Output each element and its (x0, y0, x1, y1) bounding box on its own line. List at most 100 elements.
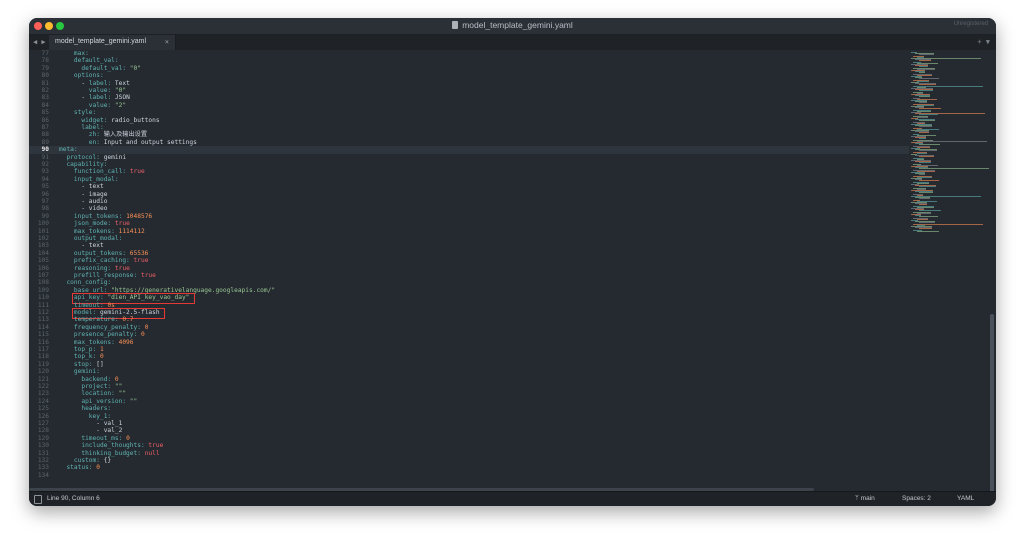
code-line[interactable]: 122 project: "" (29, 383, 909, 390)
code-line[interactable]: 79 default_val: "0" (29, 65, 909, 72)
code-token: "0" (129, 64, 141, 72)
code-line[interactable]: 116 max_tokens: 4096 (29, 339, 909, 346)
minimap-line (917, 140, 987, 142)
git-branch[interactable]: ᛘ main (855, 495, 875, 502)
code-token: - video (59, 205, 108, 213)
code-token: true (129, 168, 145, 176)
code-line[interactable]: 100 json_mode: true (29, 220, 909, 227)
tab-nav-arrows-icon[interactable]: ◀ ▶ (33, 38, 46, 46)
code-token: true (140, 272, 156, 279)
code-token: json_mode: (59, 220, 115, 228)
code-line[interactable]: 128 - val_2 (29, 427, 909, 434)
code-line[interactable]: 115 presence_penalty: 0 (29, 331, 909, 338)
code-token: 0 (99, 353, 104, 361)
code-token: value: (59, 87, 115, 94)
code-line[interactable]: 101 max_tokens: 1114112 (29, 228, 909, 235)
code-line[interactable]: 125 headers: (29, 405, 909, 412)
code-line[interactable]: 134 (29, 472, 909, 479)
window-title: model_template_gemini.yaml (29, 20, 996, 30)
code-line[interactable]: 105 prefix_caching: true (29, 257, 909, 264)
code-line[interactable]: 98 - video (29, 205, 909, 212)
line-number: 120 (37, 368, 49, 376)
code-token: "" (118, 390, 127, 398)
line-number: 130 (37, 442, 49, 450)
code-editor[interactable]: 77 max: 78 default_val: 79 default_val: "0… (29, 50, 909, 506)
line-code: prefill_response: true (59, 272, 156, 279)
code-line[interactable]: 77 max: (29, 50, 909, 57)
line-code: function_call: true (59, 168, 145, 175)
vertical-scrollbar[interactable] (990, 54, 994, 504)
code-line[interactable]: 113 temperature: 0.7 (29, 316, 909, 323)
line-code: - video (59, 205, 107, 212)
code-line[interactable]: 121 backend: 0 (29, 376, 909, 383)
code-line[interactable]: 126 key_1: (29, 413, 909, 420)
code-line[interactable]: 104 output_tokens: 65536 (29, 250, 909, 257)
code-line[interactable]: 117 top_p: 1 (29, 346, 909, 353)
code-line[interactable]: 99 input_tokens: 1048576 (29, 213, 909, 220)
code-token: gemini: (59, 368, 100, 376)
code-line[interactable]: 85 style: (29, 109, 909, 116)
code-line[interactable]: 124 api_version: "" (29, 398, 909, 405)
code-line[interactable]: 119 stop: [] (29, 361, 909, 368)
code-line[interactable]: 108 conn_config: (29, 279, 909, 286)
code-line[interactable]: 118 top_k: 0 (29, 353, 909, 360)
code-line[interactable]: 93 function_call: true (29, 168, 909, 175)
indentation-setting[interactable]: Spaces: 2 (902, 495, 931, 502)
code-token: zh: (59, 131, 104, 139)
scroll-thumb[interactable] (990, 314, 994, 494)
code-line[interactable]: 92 capability: (29, 161, 909, 168)
code-line[interactable]: 95 - text (29, 183, 909, 190)
line-number: 99 (41, 212, 49, 220)
code-line[interactable]: 90 meta: (29, 146, 909, 153)
code-line[interactable]: 81 - label: Text (29, 80, 909, 87)
minimap[interactable] (911, 50, 989, 500)
line-code: - text (59, 183, 104, 191)
line-number: 85 (41, 109, 49, 117)
cursor-position[interactable]: Line 90, Column 6 (47, 495, 100, 502)
code-token: input_tokens: (59, 212, 127, 220)
code-token: presence_penalty: (59, 331, 141, 339)
code-line[interactable]: 107 prefill_response: true (29, 272, 909, 279)
code-line[interactable]: 114 frequency_penalty: 0 (29, 324, 909, 331)
code-token: - text (59, 183, 104, 191)
editor-window: model_template_gemini.yaml Unregistered … (29, 18, 996, 506)
code-line[interactable]: 89 en: Input and output settings (29, 139, 909, 146)
panel-toggle-icon[interactable] (34, 495, 42, 504)
line-number: 104 (37, 249, 49, 257)
line-number: 83 (41, 94, 49, 102)
code-line[interactable]: 127 - val_1 (29, 420, 909, 427)
code-line[interactable]: 132 custom: {} (29, 457, 909, 464)
code-line[interactable]: 86 widget: radio_buttons (29, 117, 909, 124)
syntax-selector[interactable]: YAML (957, 495, 974, 502)
code-token: widget: (59, 116, 112, 124)
code-line[interactable]: 129 timeout_ms: 0 (29, 435, 909, 442)
code-token: include_thoughts: (59, 442, 149, 450)
code-line[interactable]: 87 label: (29, 124, 909, 131)
code-line[interactable]: 103 - text (29, 242, 909, 249)
code-line[interactable]: 131 thinking_budget: null (29, 450, 909, 457)
code-line[interactable]: 123 location: "" (29, 390, 909, 397)
code-line[interactable]: 96 - image (29, 191, 909, 198)
code-line[interactable]: 88 zh: 输入及输出设置 (29, 131, 909, 138)
code-line[interactable]: 94 input_modal: (29, 176, 909, 183)
code-line[interactable]: 80 options: (29, 72, 909, 79)
code-token: label: (88, 94, 115, 102)
code-line[interactable]: 83 - label: JSON (29, 94, 909, 101)
line-code: options: (59, 72, 104, 79)
code-line[interactable]: 120 gemini: (29, 368, 909, 375)
code-line[interactable]: 133 status: 0 (29, 464, 909, 471)
code-token: output_modal: (59, 235, 123, 242)
minimap-line (917, 116, 928, 118)
code-line[interactable]: 91 protocol: gemini (29, 154, 909, 161)
code-line[interactable]: 102 output_modal: (29, 235, 909, 242)
code-line[interactable]: 130 include_thoughts: true (29, 442, 909, 449)
tab-close-icon[interactable]: × (165, 38, 169, 46)
code-line[interactable]: 106 reasoning: true (29, 265, 909, 272)
code-line[interactable]: 97 - audio (29, 198, 909, 205)
tab-controls-icon[interactable]: + ▼ (977, 38, 990, 46)
code-line[interactable]: 82 value: "0" (29, 87, 909, 94)
code-line[interactable]: 84 value: "2" (29, 102, 909, 109)
line-number: 82 (41, 87, 49, 94)
code-line[interactable]: 78 default_val: (29, 57, 909, 64)
tab-model-template-gemini[interactable]: model_template_gemini.yaml × (49, 35, 176, 50)
